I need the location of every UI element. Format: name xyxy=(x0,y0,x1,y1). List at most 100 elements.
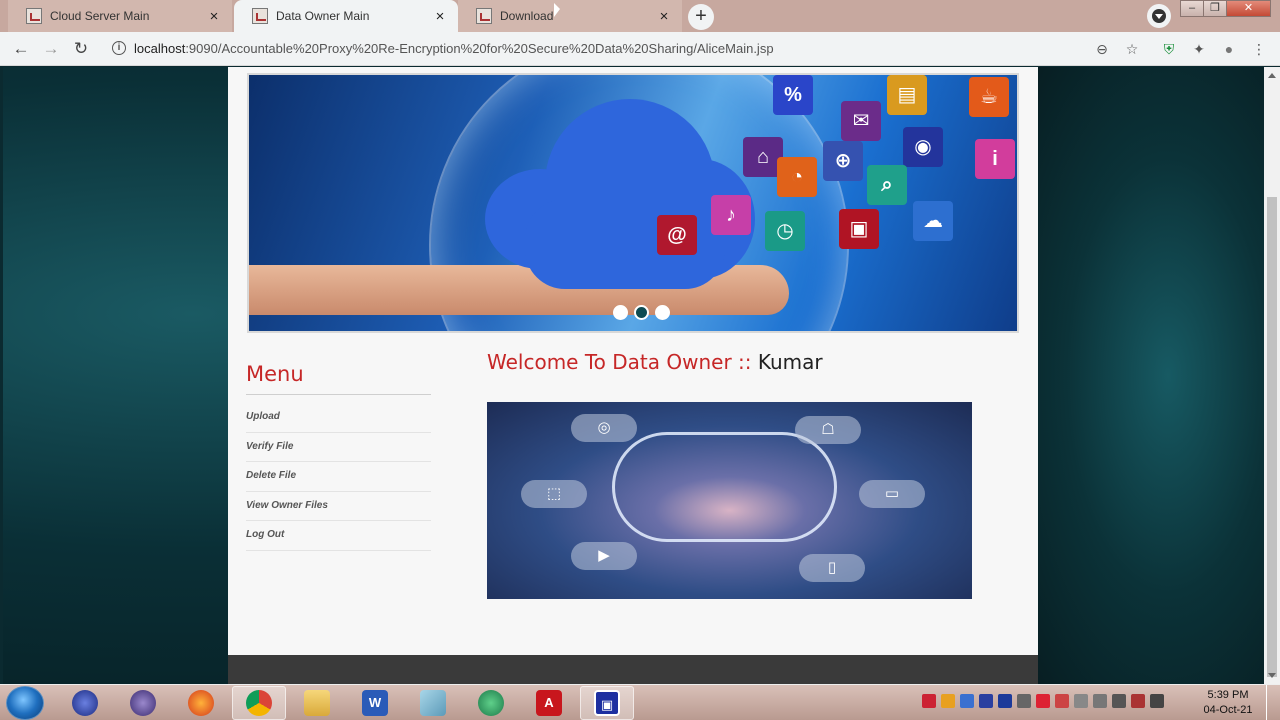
welcome-prefix: Welcome To Data Owner :: xyxy=(487,350,758,374)
mute-icon[interactable] xyxy=(1131,694,1145,708)
firefox-icon[interactable] xyxy=(174,686,228,720)
clock-time: 5:39 PM xyxy=(1207,689,1249,701)
page-scrollbar[interactable] xyxy=(1264,67,1280,684)
page-viewport: % ✉ i ⌂ ◉ ⌕ ♪ @ ◷ ⊕ ☁ ▣ ◔ ▤ ☕ Menu Uploa… xyxy=(3,67,1264,684)
browser-toolbar: ← → ↻ i localhost:9090/Accountable%20Pro… xyxy=(0,32,1280,66)
tray-app-icon[interactable] xyxy=(1093,694,1107,708)
clock-date: 04-Oct-21 xyxy=(1203,704,1253,716)
carousel-dot-active[interactable] xyxy=(634,305,649,320)
menu-title: Menu xyxy=(246,362,431,395)
users-node-icon: ☖ xyxy=(795,416,861,444)
ie-icon[interactable] xyxy=(58,686,112,720)
menu-item-view-owner-files[interactable]: View Owner Files xyxy=(246,492,431,521)
tab-close-icon[interactable]: × xyxy=(432,8,448,25)
new-tab-button[interactable]: + xyxy=(688,4,714,30)
rss-icon: ◔ xyxy=(777,157,817,197)
tray-warning-icon[interactable] xyxy=(941,694,955,708)
clock-icon: ◷ xyxy=(765,211,805,251)
at-sign-icon: @ xyxy=(657,215,697,255)
globe-icon: ⊕ xyxy=(823,141,863,181)
cloud-icon xyxy=(485,99,755,289)
page-favicon-icon xyxy=(476,8,492,24)
address-bar[interactable]: i localhost:9090/Accountable%20Proxy%20R… xyxy=(104,36,1150,62)
page-content: % ✉ i ⌂ ◉ ⌕ ♪ @ ◷ ⊕ ☁ ▣ ◔ ▤ ☕ Menu Uploa… xyxy=(228,67,1038,655)
cloud-tile-icon: ☁ xyxy=(913,201,953,241)
menu-item-verify-file[interactable]: Verify File xyxy=(246,433,431,462)
tab-title: Cloud Server Main xyxy=(50,9,150,23)
extensions-icon[interactable]: ✦ xyxy=(1189,39,1209,59)
chevron-down-icon xyxy=(1155,14,1163,19)
camera-node-icon: ⬚ xyxy=(521,480,587,508)
cloud-outline xyxy=(612,432,837,542)
carousel-dot[interactable] xyxy=(613,305,628,320)
side-menu: Menu Upload Verify File Delete File View… xyxy=(246,362,431,551)
back-button[interactable]: ← xyxy=(10,38,32,60)
mail-icon: ✉ xyxy=(841,101,881,141)
video-node-icon: ▶ xyxy=(571,542,637,570)
app-icon[interactable]: ▣ xyxy=(580,686,634,720)
page-favicon-icon xyxy=(26,8,42,24)
tab-download[interactable]: Download × xyxy=(458,0,682,32)
action-center-icon[interactable] xyxy=(1150,694,1164,708)
tab-cloud-server-main[interactable]: Cloud Server Main × xyxy=(8,0,232,32)
account-icon[interactable]: ● xyxy=(1219,39,1239,59)
page-footer xyxy=(228,655,1038,684)
notepad-icon[interactable] xyxy=(406,686,460,720)
menu-item-upload[interactable]: Upload xyxy=(246,403,431,433)
shield-extension-icon[interactable]: ⛨ xyxy=(1159,39,1179,59)
url-text[interactable]: localhost:9090/Accountable%20Proxy%20Re-… xyxy=(134,41,774,56)
wifi-icon: ◉ xyxy=(903,127,943,167)
scroll-up-icon[interactable] xyxy=(1268,73,1276,78)
vpn-icon[interactable] xyxy=(464,686,518,720)
tray-network-icon[interactable] xyxy=(922,694,936,708)
window-close-button[interactable]: ✕ xyxy=(1226,0,1271,17)
music-icon: ♪ xyxy=(711,195,751,235)
tab-search-button[interactable] xyxy=(1147,4,1171,28)
tray-flag-icon[interactable] xyxy=(1055,694,1069,708)
cup-icon: ☕ xyxy=(969,77,1009,117)
system-tray xyxy=(922,694,1164,708)
tab-title: Download xyxy=(500,9,554,23)
url-host: localhost xyxy=(134,41,186,56)
phone-node-icon: ▯ xyxy=(799,554,865,582)
taskbar-clock[interactable]: 5:39 PM 04-Oct-21 xyxy=(1196,688,1260,718)
tray-security-icon[interactable] xyxy=(979,694,993,708)
tray-record-icon[interactable] xyxy=(1036,694,1050,708)
menu-item-delete-file[interactable]: Delete File xyxy=(246,462,431,492)
scrollbar-thumb[interactable] xyxy=(1267,197,1277,677)
window-controls: – ❐ ✕ xyxy=(1180,0,1271,17)
tray-app-icon[interactable] xyxy=(998,694,1012,708)
chrome-icon[interactable] xyxy=(232,686,286,720)
tab-strip: Cloud Server Main × Data Owner Main × Do… xyxy=(0,0,1280,32)
lock-icon: ▣ xyxy=(839,209,879,249)
forward-button[interactable]: → xyxy=(40,38,62,60)
carousel-dot[interactable] xyxy=(655,305,670,320)
explorer-icon[interactable] xyxy=(290,686,344,720)
show-desktop-button[interactable] xyxy=(1266,685,1280,720)
tab-close-icon[interactable]: × xyxy=(206,8,222,25)
tray-app-icon[interactable] xyxy=(1074,694,1088,708)
tray-app-icon[interactable] xyxy=(960,694,974,708)
menu-item-log-out[interactable]: Log Out xyxy=(246,521,431,551)
percent-icon: % xyxy=(773,75,813,115)
start-button[interactable] xyxy=(6,686,44,720)
maximize-button[interactable]: ❐ xyxy=(1203,0,1227,17)
tab-data-owner-main[interactable]: Data Owner Main × xyxy=(234,0,458,32)
scroll-down-icon[interactable] xyxy=(1268,673,1276,678)
mouse-cursor-icon xyxy=(554,3,560,17)
tray-device-icon[interactable] xyxy=(1017,694,1031,708)
pdf-icon[interactable]: A xyxy=(522,686,576,720)
search-icon: ⌕ xyxy=(867,165,907,205)
bookmark-star-icon[interactable]: ☆ xyxy=(1122,39,1142,59)
carousel-dots xyxy=(613,305,670,320)
minimize-button[interactable]: – xyxy=(1180,0,1204,17)
reload-button[interactable]: ↻ xyxy=(70,38,92,60)
eclipse-icon[interactable] xyxy=(116,686,170,720)
info-icon[interactable]: i xyxy=(112,41,126,55)
tab-close-icon[interactable]: × xyxy=(656,8,672,25)
page-favicon-icon xyxy=(252,8,268,24)
zoom-icon[interactable]: ⊖ xyxy=(1092,39,1112,59)
word-icon[interactable]: W xyxy=(348,686,402,720)
volume-icon[interactable] xyxy=(1112,694,1126,708)
more-menu-icon[interactable]: ⋮ xyxy=(1249,39,1269,59)
